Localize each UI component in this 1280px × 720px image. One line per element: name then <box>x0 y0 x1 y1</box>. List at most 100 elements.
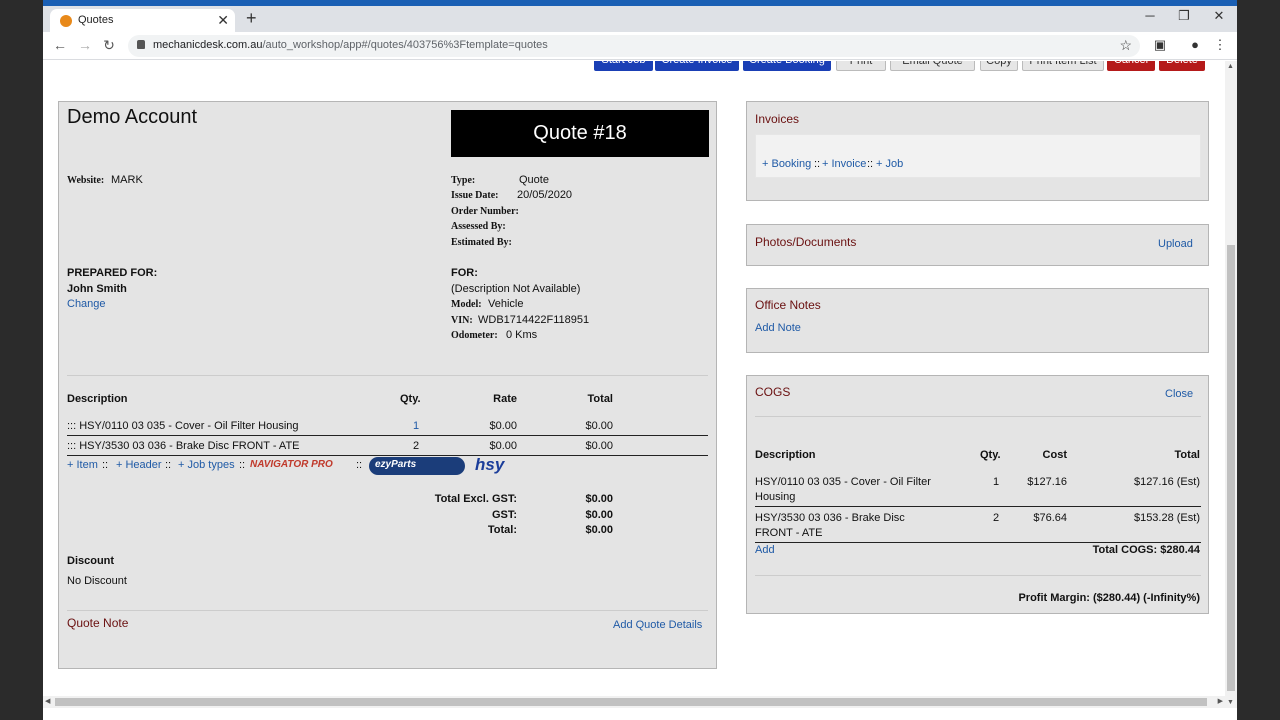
website-value: MARK <box>111 174 143 186</box>
item-description[interactable]: ::: HSY/3530 03 036 - Brake Disc FRONT -… <box>67 440 300 452</box>
vertical-scroll-thumb[interactable] <box>1227 245 1235 691</box>
cogs-add-link[interactable]: Add <box>755 544 775 556</box>
total-value: $0.00 <box>585 524 613 536</box>
scroll-right-icon[interactable]: ▶ <box>1218 697 1223 705</box>
item-qty[interactable]: 2 <box>413 440 419 452</box>
add-invoice-link[interactable]: + Invoice <box>822 158 866 170</box>
ezyparts-logo[interactable]: ezyParts <box>369 457 465 475</box>
scroll-down-icon[interactable]: ▼ <box>1227 699 1234 706</box>
issue-date-label: Issue Date: <box>451 190 499 201</box>
extension-icon[interactable]: ▣ <box>1151 37 1169 53</box>
prepared-for-label: PREPARED FOR: <box>67 267 158 279</box>
item-total: $0.00 <box>585 440 613 452</box>
cancel-button[interactable]: Cancel <box>1107 61 1155 71</box>
page-content: Start Job Create Invoice Create Booking … <box>43 61 1225 708</box>
scroll-left-icon[interactable]: ◀ <box>45 697 50 705</box>
office-notes-panel: Office Notes Add Note <box>746 288 1209 353</box>
row-divider <box>67 455 708 456</box>
account-name: Demo Account <box>67 106 198 128</box>
bookmark-star-icon[interactable]: ☆ <box>1119 37 1132 54</box>
upload-link[interactable]: Upload <box>1158 238 1193 250</box>
add-note-link[interactable]: Add Note <box>755 322 801 334</box>
print-button[interactable]: Print <box>836 61 886 71</box>
row-divider <box>67 435 708 436</box>
type-label: Type: <box>451 175 476 186</box>
add-header-link[interactable]: + Header <box>116 459 162 471</box>
forward-icon[interactable]: → <box>76 37 94 53</box>
office-notes-title: Office Notes <box>755 298 821 312</box>
start-job-button[interactable]: Start Job <box>594 61 653 71</box>
profit-margin: Profit Margin: ($280.44) (-Infinity%) <box>1018 592 1200 604</box>
change-customer-link[interactable]: Change <box>67 298 106 310</box>
reload-icon[interactable]: ↻ <box>100 37 118 54</box>
cogs-item-cost[interactable]: $127.16 <box>1017 476 1067 488</box>
cogs-title: COGS <box>755 385 791 399</box>
add-item-link[interactable]: + Item <box>67 459 98 471</box>
odometer-value: 0 Kms <box>506 329 538 341</box>
order-number-label: Order Number: <box>451 206 519 217</box>
cogs-item-desc-cont: FRONT - ATE <box>755 527 823 539</box>
col-description: Description <box>67 393 128 405</box>
divider <box>755 416 1201 417</box>
horizontal-scroll-thumb[interactable] <box>55 698 1207 706</box>
cogs-item-qty: 1 <box>993 476 1000 488</box>
item-rate[interactable]: $0.00 <box>469 440 517 452</box>
restore-icon[interactable]: ❐ <box>1169 8 1199 24</box>
item-description[interactable]: ::: HSY/0110 03 035 - Cover - Oil Filter… <box>67 420 299 432</box>
minimize-icon[interactable]: ─ <box>1135 8 1165 23</box>
copy-button[interactable]: Copy <box>980 61 1018 71</box>
total-excl-gst-label: Total Excl. GST: <box>434 493 517 505</box>
cogs-col-description: Description <box>755 449 816 461</box>
total-cogs: Total COGS: $280.44 <box>1092 544 1200 556</box>
discount-value: No Discount <box>67 575 127 587</box>
create-invoice-button[interactable]: Create Invoice <box>655 61 739 71</box>
url-field[interactable]: mechanicdesk.com.au/auto_workshop/app#/q… <box>128 35 1140 57</box>
add-quote-details-link[interactable]: Add Quote Details <box>613 619 702 631</box>
create-booking-button[interactable]: Create Booking <box>743 61 831 71</box>
cogs-panel: COGS Close Description Qty. Cost Total H… <box>746 375 1209 614</box>
model-label: Model: <box>451 299 482 310</box>
browser-tab[interactable]: Quotes ✕ <box>50 9 235 32</box>
item-rate[interactable]: $0.00 <box>469 420 517 432</box>
hsy-logo[interactable]: hsy <box>475 455 504 475</box>
item-qty[interactable]: 1 <box>413 420 419 432</box>
cogs-item-cost[interactable]: $76.64 <box>1017 512 1067 524</box>
cogs-item-total: $153.28 (Est) <box>1133 512 1200 524</box>
add-job-link[interactable]: + Job <box>876 158 903 170</box>
cogs-item-desc: HSY/0110 03 035 - Cover - Oil Filter <box>755 476 931 488</box>
cogs-col-cost: Cost <box>1042 449 1067 461</box>
cogs-item-desc-cont: Housing <box>755 491 796 503</box>
scroll-up-icon[interactable]: ▲ <box>1227 63 1234 70</box>
vertical-scrollbar[interactable]: ▲ ▼ <box>1225 61 1237 708</box>
row-divider <box>755 542 1201 543</box>
assessed-by-label: Assessed By: <box>451 221 506 232</box>
window-close-icon[interactable]: ✕ <box>1204 8 1234 24</box>
separator: :: <box>867 158 874 170</box>
vehicle-description: (Description Not Available) <box>451 283 581 295</box>
navigator-pro-logo[interactable]: NAVIGATOR PRO <box>250 459 333 470</box>
profile-icon[interactable]: ● <box>1186 37 1204 52</box>
gst-label: GST: <box>491 509 517 521</box>
separator: :: <box>814 158 821 170</box>
title-bar: Quotes ✕ + ─ ❐ ✕ <box>43 0 1237 32</box>
cogs-col-qty: Qty. <box>980 449 1001 461</box>
cogs-close-link[interactable]: Close <box>1165 388 1193 400</box>
invoices-title: Invoices <box>755 112 800 126</box>
cogs-col-total: Total <box>1174 449 1200 461</box>
add-job-types-link[interactable]: + Job types <box>178 459 235 471</box>
vin-value: WDB1714422F118951 <box>478 314 590 326</box>
menu-icon[interactable]: ⋮ <box>1211 37 1229 53</box>
photos-panel: Photos/Documents Upload <box>746 224 1209 266</box>
odometer-label: Odometer: <box>451 330 498 341</box>
tab-close-icon[interactable]: ✕ <box>217 12 229 29</box>
for-label: FOR: <box>451 267 478 279</box>
delete-button[interactable]: Delete <box>1159 61 1205 71</box>
email-quote-button[interactable]: Email Quote <box>890 61 975 71</box>
total-excl-gst-value: $0.00 <box>585 493 613 505</box>
cogs-item-total: $127.16 (Est) <box>1133 476 1200 488</box>
new-tab-button[interactable]: + <box>246 8 257 29</box>
horizontal-scrollbar[interactable]: ◀ ▶ <box>43 696 1225 708</box>
print-item-list-button[interactable]: Print Item List <box>1022 61 1104 71</box>
back-icon[interactable]: ← <box>51 37 69 53</box>
add-booking-link[interactable]: + Booking <box>762 158 811 170</box>
